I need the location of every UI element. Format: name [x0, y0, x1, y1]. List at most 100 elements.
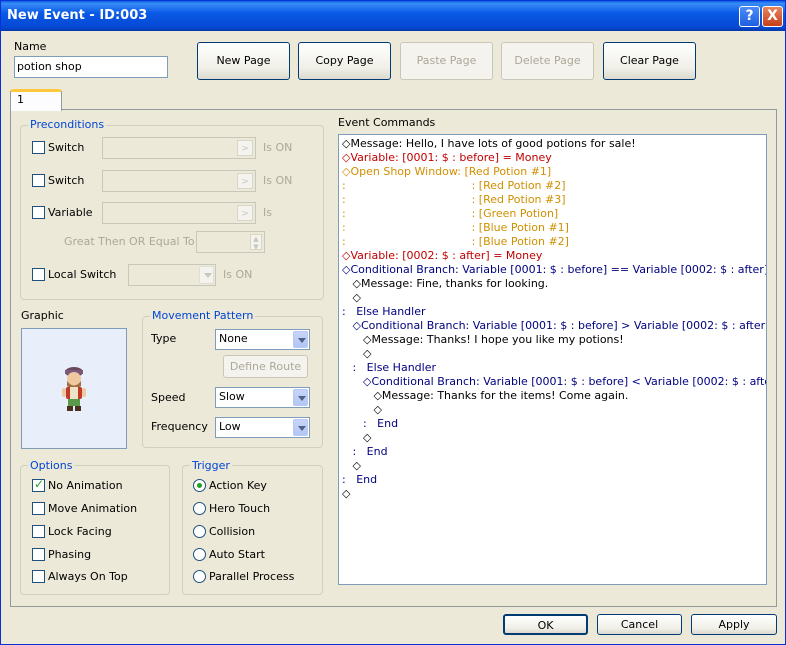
options-title: Options [28, 459, 75, 472]
command-line[interactable]: ◇Conditional Branch: Variable [0001: $ :… [342, 263, 766, 277]
command-line[interactable]: ◇ [342, 487, 350, 501]
title-bar[interactable]: New Event - ID:003 ? X [1, 1, 785, 31]
ok-button[interactable]: OK [503, 614, 588, 635]
chevron-down-icon [199, 266, 214, 284]
apply-button[interactable]: Apply [691, 614, 777, 635]
event-commands-label: Event Commands [338, 116, 436, 129]
lock-facing-checkbox[interactable] [32, 525, 45, 538]
command-line[interactable]: : : [Blue Potion #1] [342, 221, 569, 235]
preconditions-title: Preconditions [28, 118, 107, 131]
collision-radio[interactable] [193, 525, 206, 538]
tab-label: 1 [17, 93, 24, 106]
define-route-button[interactable]: Define Route [223, 355, 308, 378]
gte-spinner[interactable]: ▲ ▼ [196, 231, 265, 253]
command-line[interactable]: ◇Message: Hello, I have lots of good pot… [342, 137, 636, 151]
command-line[interactable]: ◇ [342, 431, 371, 445]
speed-select[interactable]: Slow [215, 387, 310, 408]
command-line[interactable]: ◇ [342, 347, 371, 361]
command-line[interactable]: ◇Conditional Branch: Variable [0001: $ :… [342, 375, 766, 389]
auto-start-label: Auto Start [209, 548, 265, 561]
cancel-button[interactable]: Cancel [597, 614, 682, 635]
hero-touch-label: Hero Touch [209, 502, 271, 515]
phasing-checkbox[interactable] [32, 548, 45, 561]
command-line[interactable]: : End [342, 473, 377, 487]
command-line[interactable]: ◇Open Shop Window: [Red Potion #1] [342, 165, 551, 179]
parallel-process-radio[interactable] [193, 570, 206, 583]
action-key-label: Action Key [209, 479, 267, 492]
command-line[interactable]: : Else Handler [342, 305, 426, 319]
switch2-browse-icon: > [237, 173, 253, 189]
chevron-down-icon [293, 389, 308, 406]
auto-start-radio[interactable] [193, 548, 206, 561]
command-line[interactable]: ◇ [342, 403, 381, 417]
type-value: None [219, 332, 248, 345]
spinner-arrows-icon: ▲ ▼ [250, 234, 262, 251]
local-switch-label: Local Switch [48, 268, 117, 281]
command-line[interactable]: ◇Variable: [0002: $ : after] = Money [342, 249, 542, 263]
command-line[interactable]: : : [Red Potion #3] [342, 193, 566, 207]
chevron-down-icon [293, 419, 308, 436]
variable-suffix: Is [263, 206, 272, 219]
event-commands-list[interactable]: ◇Message: Hello, I have lots of good pot… [338, 134, 767, 585]
command-line[interactable]: ◇Variable: [0001: $ : before] = Money [342, 151, 552, 165]
switch1-checkbox[interactable] [32, 141, 45, 154]
local-switch-checkbox[interactable] [32, 268, 45, 281]
command-line[interactable]: : End [342, 445, 387, 459]
switch2-select[interactable]: > [102, 170, 256, 192]
action-key-radio[interactable] [193, 479, 206, 492]
command-line[interactable]: : : [Red Potion #2] [342, 179, 566, 193]
command-line[interactable]: ◇Message: Thanks! I hope you like my pot… [342, 333, 624, 347]
switch2-checkbox[interactable] [32, 174, 45, 187]
type-select[interactable]: None [215, 329, 310, 350]
command-line[interactable]: : End [342, 417, 398, 431]
paste-page-button[interactable]: Paste Page [400, 42, 493, 80]
command-line[interactable]: ◇Message: Thanks for the items! Come aga… [342, 389, 628, 403]
help-button[interactable]: ? [739, 6, 760, 27]
collision-label: Collision [209, 525, 256, 538]
copy-page-button[interactable]: Copy Page [298, 42, 391, 80]
switch1-browse-icon: > [237, 140, 253, 156]
always-on-top-checkbox[interactable] [32, 570, 45, 583]
clear-page-button[interactable]: Clear Page [603, 42, 696, 80]
chevron-down-icon [293, 331, 308, 348]
command-line[interactable]: ◇Conditional Branch: Variable [0001: $ :… [342, 319, 766, 333]
tab-page-1[interactable]: 1 [10, 89, 62, 111]
switch2-label: Switch [48, 174, 85, 187]
trigger-title: Trigger [190, 459, 232, 472]
command-line[interactable]: ◇ [342, 291, 360, 305]
command-line[interactable]: : : [Blue Potion #2] [342, 235, 569, 249]
variable-label: Variable [48, 206, 93, 219]
gte-label: Great Then OR Equal To [64, 235, 195, 248]
switch1-select[interactable]: > [102, 137, 256, 159]
speed-label: Speed [151, 391, 186, 404]
event-dialog: New Event - ID:003 ? X Name potion shop … [0, 0, 786, 645]
no-animation-label: No Animation [48, 479, 123, 492]
parallel-process-label: Parallel Process [209, 570, 295, 583]
graphic-label: Graphic [21, 309, 64, 322]
command-line[interactable]: ◇ [342, 459, 360, 473]
command-line[interactable]: : Else Handler [342, 361, 436, 375]
switch1-label: Switch [48, 141, 85, 154]
window-title: New Event - ID:003 [7, 8, 148, 23]
always-on-top-label: Always On Top [48, 570, 128, 583]
variable-checkbox[interactable] [32, 206, 45, 219]
move-animation-checkbox[interactable] [32, 502, 45, 515]
new-page-button[interactable]: New Page [197, 42, 290, 80]
delete-page-button[interactable]: Delete Page [501, 42, 594, 80]
variable-select[interactable]: > [102, 202, 256, 224]
graphic-preview[interactable] [21, 328, 127, 449]
frequency-value: Low [219, 420, 241, 433]
switch1-suffix: Is ON [263, 141, 293, 154]
name-input[interactable]: potion shop [14, 56, 168, 78]
local-switch-suffix: Is ON [223, 268, 253, 281]
lock-facing-label: Lock Facing [48, 525, 112, 538]
command-line[interactable]: : : [Green Potion] [342, 207, 558, 221]
movement-title: Movement Pattern [150, 309, 256, 322]
local-switch-select[interactable] [128, 264, 216, 286]
no-animation-checkbox[interactable] [32, 477, 45, 492]
phasing-label: Phasing [48, 548, 92, 561]
hero-touch-radio[interactable] [193, 502, 206, 515]
command-line[interactable]: ◇Message: Fine, thanks for looking. [342, 277, 548, 291]
frequency-select[interactable]: Low [215, 417, 310, 438]
close-button[interactable]: X [762, 6, 783, 27]
